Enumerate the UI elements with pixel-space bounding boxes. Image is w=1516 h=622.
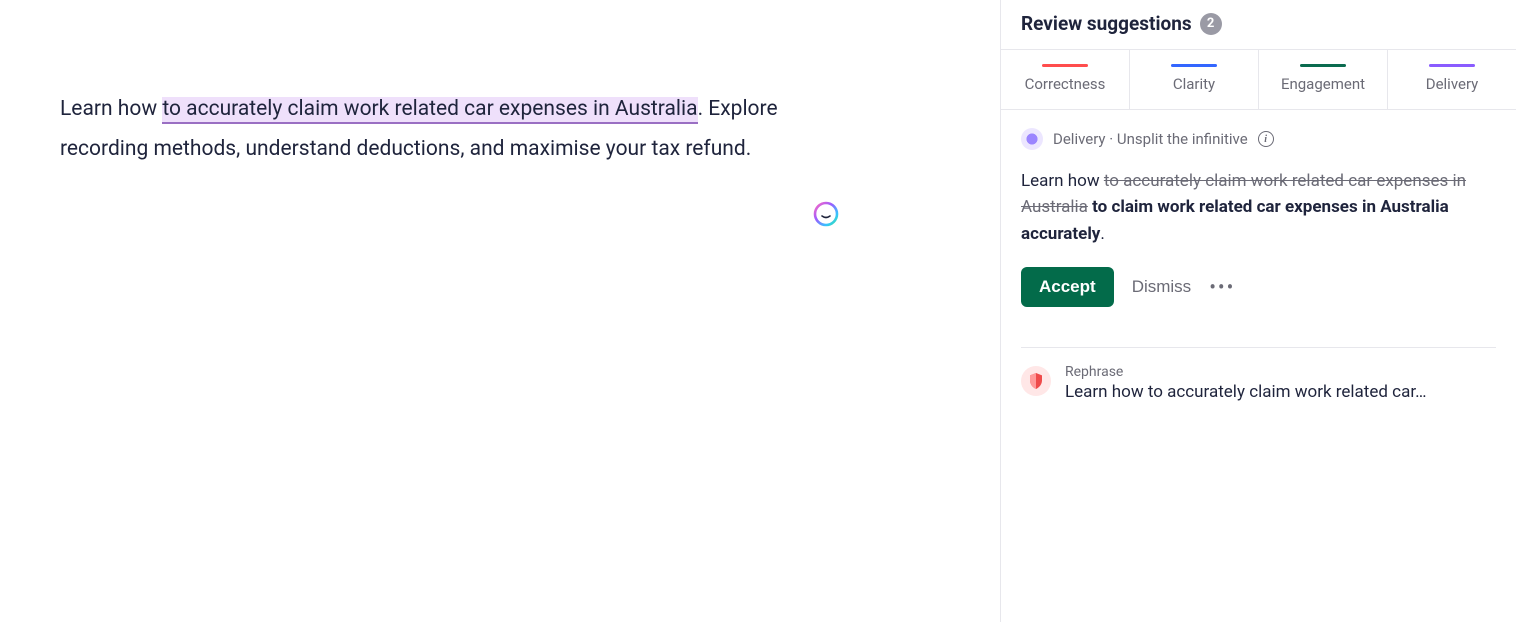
rephrase-suggestion[interactable]: Rephrase Learn how to accurately claim w… <box>1001 348 1516 402</box>
rephrase-label: Rephrase <box>1065 364 1496 380</box>
correctness-bar-icon <box>1042 64 1088 67</box>
tab-label: Clarity <box>1173 75 1215 93</box>
tab-engagement[interactable]: Engagement <box>1259 50 1388 109</box>
review-sidebar: Review suggestions 2 Correctness Clarity… <box>1000 0 1516 622</box>
suggestion-suffix: . <box>1100 224 1104 244</box>
category-tabs: Correctness Clarity Engagement Delivery <box>1001 49 1516 110</box>
accept-button[interactable]: Accept <box>1021 267 1114 307</box>
tab-label: Delivery <box>1426 75 1479 93</box>
dismiss-button[interactable]: Dismiss <box>1132 277 1192 297</box>
more-options-icon[interactable]: ••• <box>1209 277 1235 297</box>
suggestion-prefix: Learn how <box>1021 171 1104 191</box>
tab-correctness[interactable]: Correctness <box>1001 50 1130 109</box>
tab-label: Correctness <box>1025 75 1106 93</box>
document-text[interactable]: Learn how to accurately claim work relat… <box>60 90 800 170</box>
assistant-floating-icon[interactable] <box>812 200 840 228</box>
clarity-bar-icon <box>1171 64 1217 67</box>
suggestion-header: Delivery · Unsplit the infinitive i <box>1021 128 1496 150</box>
tab-clarity[interactable]: Clarity <box>1130 50 1259 109</box>
rephrase-preview: Learn how to accurately claim work relat… <box>1065 382 1496 402</box>
suggestion-count-badge: 2 <box>1200 13 1222 35</box>
sidebar-header: Review suggestions 2 <box>1001 12 1516 49</box>
text-prefix: Learn how <box>60 97 162 121</box>
highlighted-phrase[interactable]: to accurately claim work related car exp… <box>162 97 697 124</box>
rephrase-content: Rephrase Learn how to accurately claim w… <box>1065 364 1496 402</box>
delivery-bar-icon <box>1429 64 1475 67</box>
engagement-bar-icon <box>1300 64 1346 67</box>
suggestion-actions: Accept Dismiss ••• <box>1021 267 1496 307</box>
suggestion-category: Delivery · Unsplit the infinitive <box>1053 130 1248 148</box>
info-icon[interactable]: i <box>1258 131 1274 147</box>
tab-delivery[interactable]: Delivery <box>1388 50 1516 109</box>
editor-pane: Learn how to accurately claim work relat… <box>0 0 1000 622</box>
sidebar-title: Review suggestions <box>1021 12 1192 35</box>
delivery-dot-icon <box>1021 128 1043 150</box>
suggestion-card: Delivery · Unsplit the infinitive i Lear… <box>1001 110 1516 327</box>
suggestion-text: Learn how to accurately claim work relat… <box>1021 168 1496 247</box>
tab-label: Engagement <box>1281 75 1365 93</box>
shield-icon <box>1021 366 1051 396</box>
